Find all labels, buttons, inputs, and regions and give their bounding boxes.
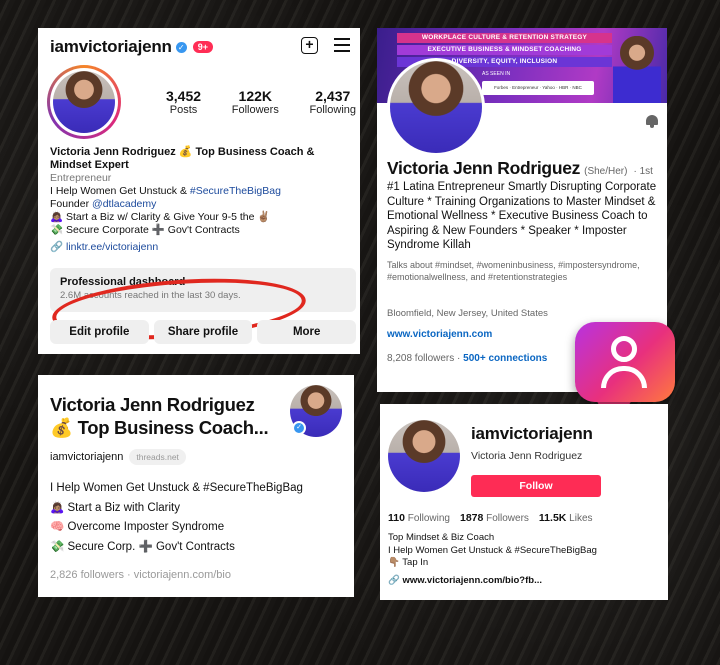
bio-category: Entrepreneur <box>50 172 112 184</box>
stat-value: 2,437 <box>315 88 351 104</box>
verified-badge-icon: ✓ <box>175 41 187 53</box>
profile-bio: Top Mindset & Biz Coach I Help Women Get… <box>388 532 662 570</box>
profile-name: Victoria Jenn Rodriguez <box>387 158 581 178</box>
profile-avatar[interactable] <box>387 58 485 156</box>
tiktok-profile-card: iamvictoriajenn Victoria Jenn Rodriguez … <box>380 404 668 600</box>
bio-line: I Help Women Get Unstuck & #SecureTheBig… <box>388 544 597 556</box>
create-post-icon[interactable]: + <box>301 37 318 54</box>
bio-text: I Help Women Get Unstuck & <box>50 185 190 197</box>
instagram-username[interactable]: iamvictoriajenn <box>50 37 172 57</box>
profile-stats: 3,452 Posts 122K Followers 2,437 Followi… <box>166 88 356 116</box>
avatar-photo <box>390 61 482 153</box>
bio-line: Founder @dtlacademy <box>50 198 354 211</box>
bio-line: 🧠 Overcome Imposter Syndrome <box>50 521 225 533</box>
title-line: 💰 Top Business Coach... <box>50 417 269 438</box>
bio-line: 👇🏽 Tap In <box>388 557 429 568</box>
edit-profile-button[interactable]: Edit profile <box>50 320 149 344</box>
stat-value: 110 <box>388 512 405 524</box>
connection-degree: · 1st <box>633 166 653 177</box>
website-link[interactable]: www.victoriajenn.com <box>387 329 492 340</box>
profile-username: iamvictoriajenn <box>471 424 593 443</box>
bio-line: 💸 Secure Corp. ➕ Gov't Contracts <box>50 540 235 553</box>
instagram-header: iamvictoriajenn ✓ 9+ + <box>50 36 350 58</box>
follow-button[interactable]: Follow <box>471 475 601 497</box>
stat-label: Following <box>309 104 356 116</box>
banner-photo <box>613 36 661 103</box>
bio-line: 💸 Secure Corporate ➕ Gov't Contracts <box>50 224 240 236</box>
stat-following[interactable]: 110 Following <box>388 512 450 524</box>
bell-icon[interactable] <box>645 115 659 129</box>
profile-link[interactable]: 🔗 linktr.ee/victoriajenn <box>50 241 354 254</box>
mention-link[interactable]: @dtlacademy <box>92 198 156 210</box>
instagram-profile-card: iamvictoriajenn ✓ 9+ + 3,452 Posts 122K … <box>38 28 360 354</box>
bio-line: 🙇🏽‍♀️ Start a Biz w/ Clarity & Give Your… <box>50 211 271 223</box>
pronouns: (She/Her) <box>584 166 628 177</box>
banner-text: WORKPLACE CULTURE & RETENTION STRATEGY <box>397 33 612 43</box>
profile-title: Victoria Jenn Rodriguez 💰 Top Business C… <box>50 393 290 439</box>
stat-value: 11.5K <box>538 512 567 524</box>
threads-profile-card: Victoria Jenn Rodriguez 💰 Top Business C… <box>38 375 354 597</box>
banner-text: EXECUTIVE BUSINESS & MINDSET COACHING <box>397 45 612 55</box>
stat-followers[interactable]: 122K Followers <box>232 88 279 116</box>
banner-featured-label: AS SEEN IN <box>482 71 511 77</box>
connections-link[interactable]: 500+ connections <box>463 353 547 364</box>
profile-headline: #1 Latina Entrepreneur Smartly Disruptin… <box>387 181 657 251</box>
stat-value: 122K <box>238 88 273 104</box>
profile-bio: Victoria Jenn Rodriguez 💰 Top Business C… <box>50 146 354 254</box>
verified-badge-icon: ✓ <box>292 421 306 435</box>
followers-line: 8,208 followers · 500+ connections <box>387 353 547 364</box>
bio-line: 🙇🏽‍♀️ Start a Biz with Clarity <box>50 501 180 514</box>
stat-label: Posts <box>169 104 198 116</box>
stat-following[interactable]: 2,437 Following <box>310 88 356 116</box>
bio-link[interactable]: 🔗 www.victoriajenn.com/bio?fb... <box>388 575 542 586</box>
bio-line: Top Mindset & Biz Coach <box>388 532 495 543</box>
profile-avatar[interactable] <box>388 420 460 492</box>
stat-label: Following <box>407 513 450 524</box>
bio-text: Founder <box>50 198 93 210</box>
banner-press-logos: Forbes · Entrepreneur · Yahoo · HBR · NB… <box>482 81 594 95</box>
hashtag-link[interactable]: #SecureTheBigBag <box>190 185 281 197</box>
bio-line: I Help Women Get Unstuck & #SecureTheBig… <box>50 185 354 198</box>
share-profile-button[interactable]: Share profile <box>153 320 253 344</box>
stat-posts[interactable]: 3,452 Posts <box>166 88 201 116</box>
notification-badge[interactable]: 9+ <box>192 41 213 53</box>
stat-label: Followers <box>486 513 529 524</box>
handle-row: iamvictoriajenn threads.net <box>50 449 186 465</box>
followers-and-link[interactable]: 2,826 followers · victoriajenn.com/bio <box>50 569 231 581</box>
stat-followers[interactable]: 1878 Followers <box>460 512 529 524</box>
avatar-photo <box>53 71 115 133</box>
bio-line: I Help Women Get Unstuck & #SecureTheBig… <box>50 482 303 494</box>
stat-value: 3,452 <box>166 88 202 104</box>
profile-handle: iamvictoriajenn <box>50 451 124 463</box>
title-line: Victoria Jenn Rodriguez <box>50 394 255 415</box>
hamburger-menu-icon[interactable] <box>334 38 350 52</box>
followers-count: 8,208 followers · <box>387 353 464 364</box>
profile-stats: 110 Following 1878 Followers 11.5K Likes <box>388 512 662 524</box>
profile-bio: I Help Women Get Unstuck & #SecureTheBig… <box>50 479 348 557</box>
stat-likes: 11.5K Likes <box>539 512 593 524</box>
more-button[interactable]: More <box>257 320 357 344</box>
talks-about: Talks about #mindset, #womeninbusiness, … <box>387 260 640 282</box>
profile-avatar[interactable] <box>47 65 121 139</box>
display-name: Victoria Jenn Rodriguez <box>471 450 583 462</box>
profile-name-row: Victoria Jenn Rodriguez (She/Her) · 1st <box>387 158 661 179</box>
stat-label: Followers <box>231 104 279 116</box>
stat-label: Likes <box>569 513 593 524</box>
threads-domain-badge[interactable]: threads.net <box>129 449 186 465</box>
avatar-photo <box>388 420 460 492</box>
bio-name: Victoria Jenn Rodriguez 💰 Top Business C… <box>50 146 315 171</box>
profile-actions: Edit profile Share profile More <box>50 320 357 344</box>
location: Bloomfield, New Jersey, United States <box>387 308 548 319</box>
stat-value: 1878 <box>459 512 484 524</box>
